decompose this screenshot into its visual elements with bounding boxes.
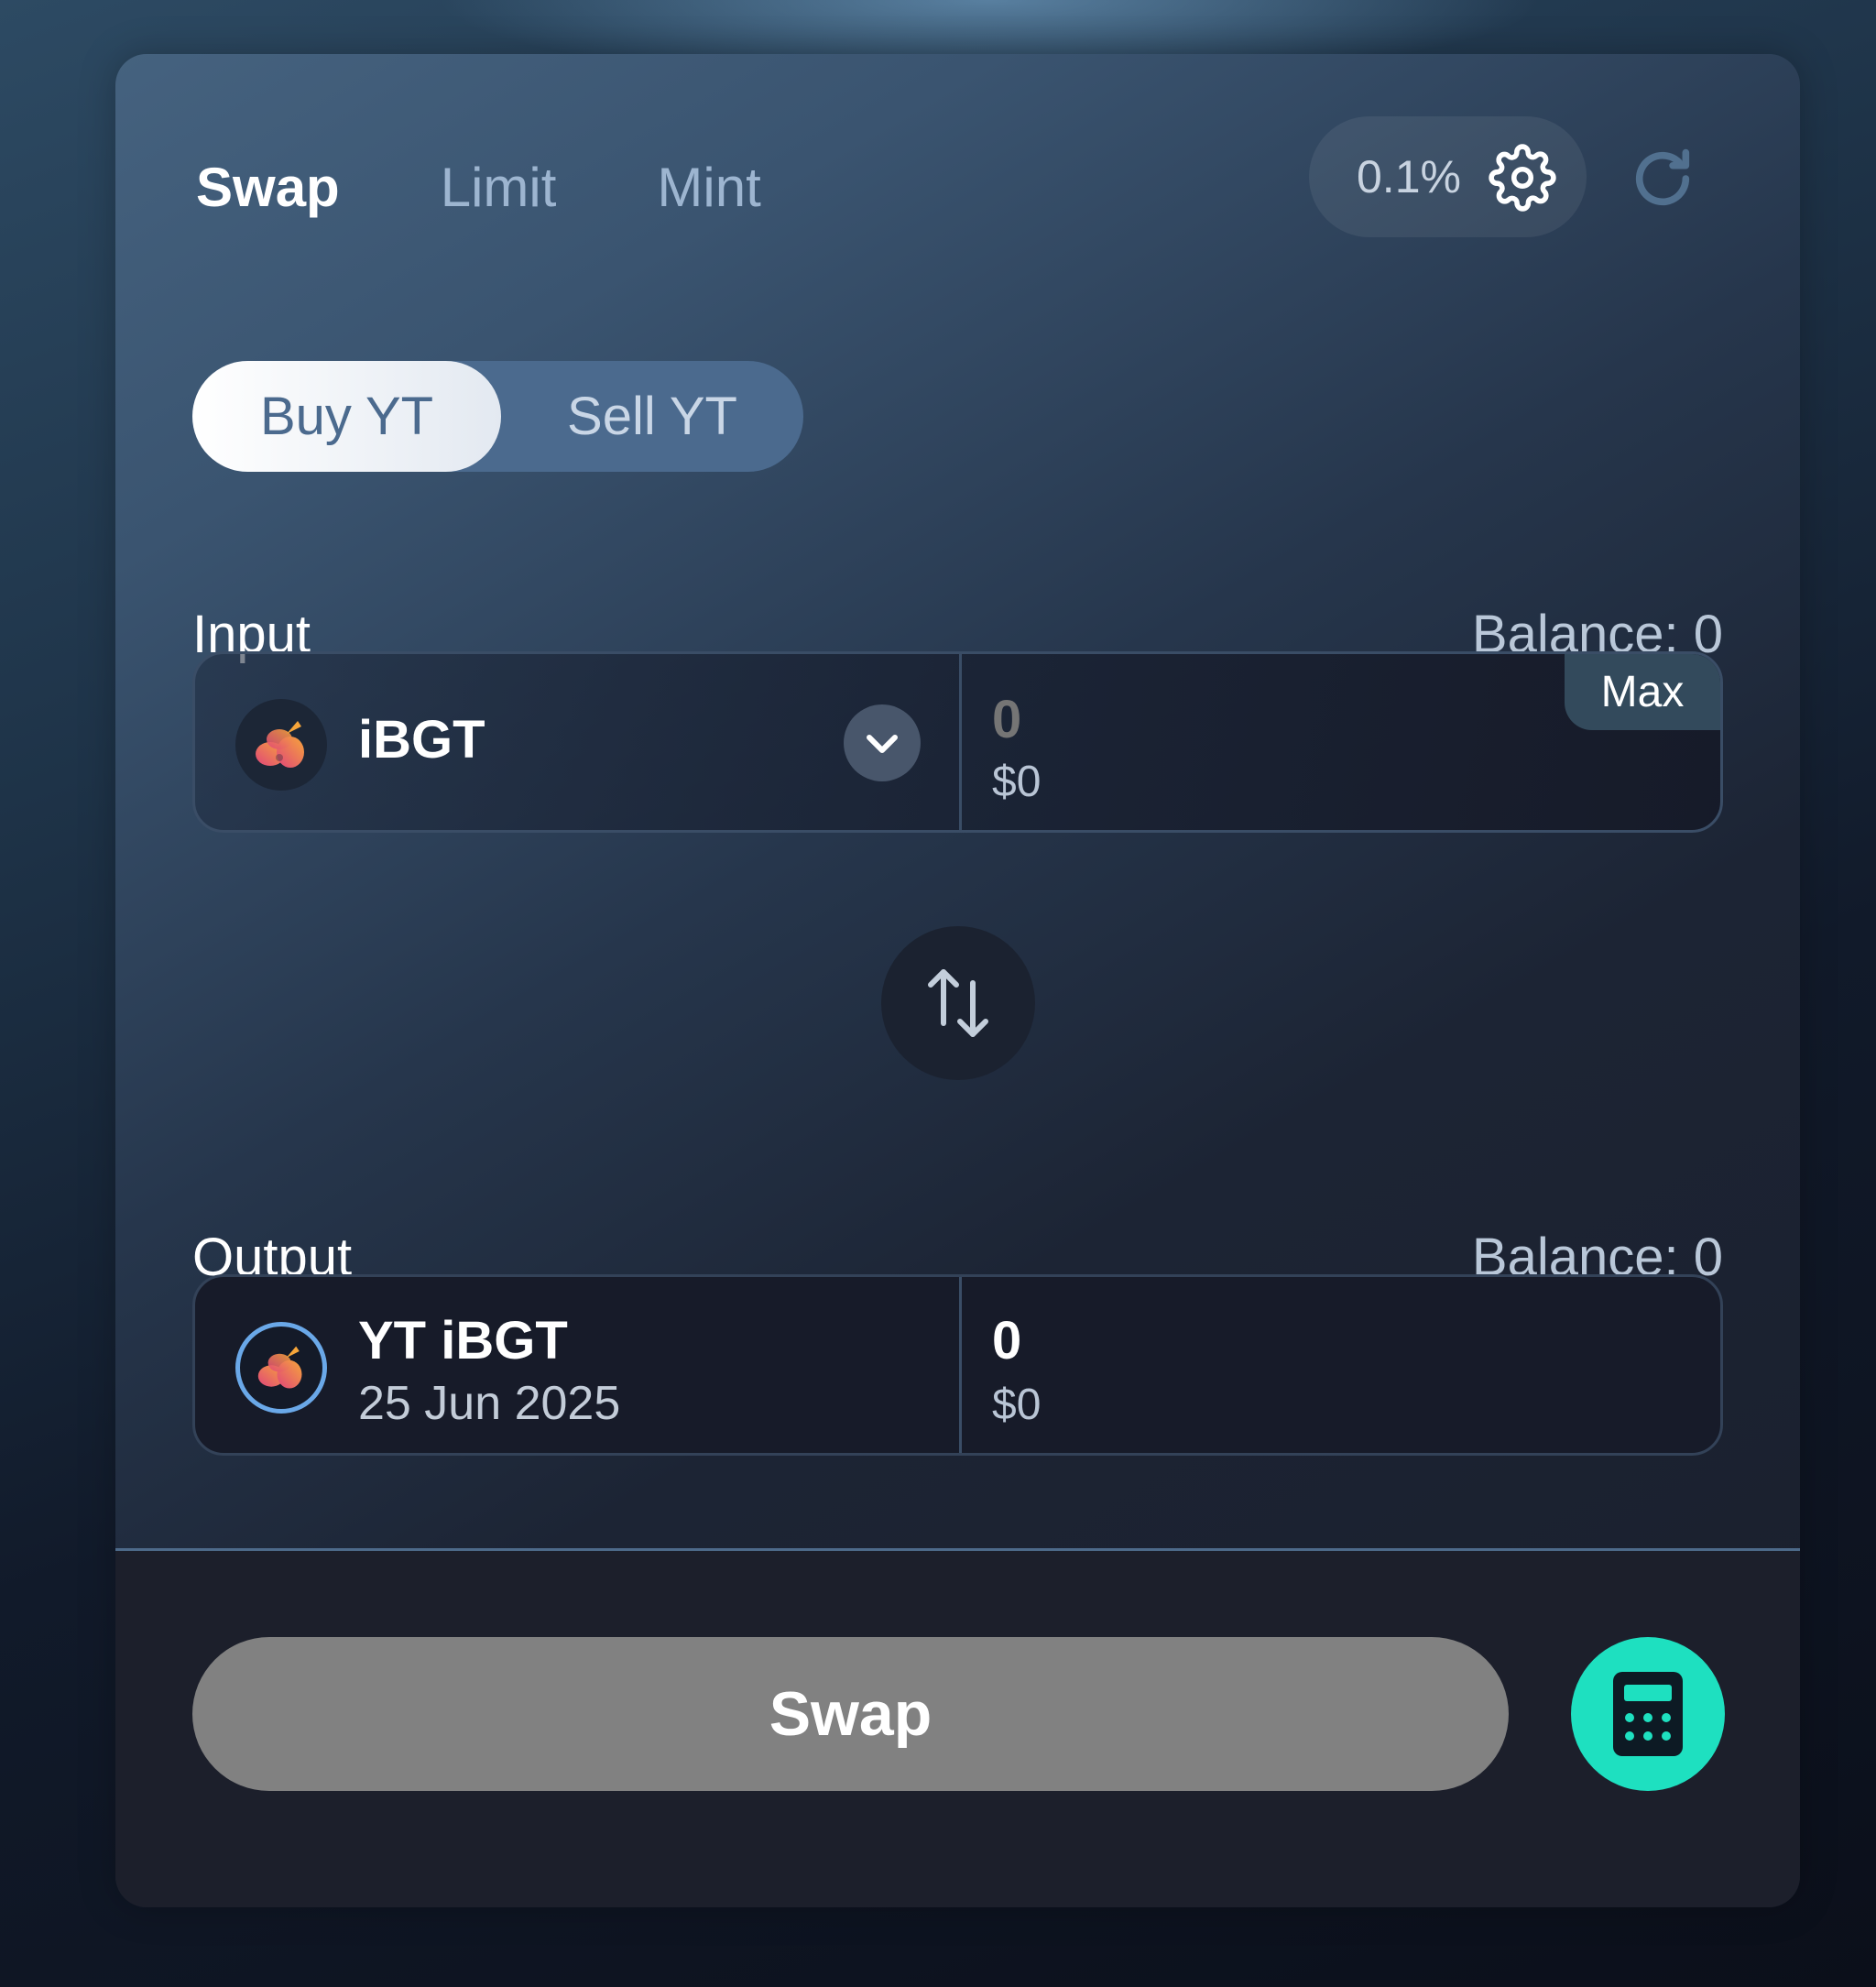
ibgt-token-icon — [235, 699, 327, 791]
tab-mint[interactable]: Mint — [657, 156, 760, 219]
input-amount-field[interactable] — [992, 687, 1450, 751]
output-token-name: YT iBGT — [358, 1311, 568, 1370]
trade-tabs: Swap Limit Mint — [196, 146, 862, 228]
buy-yt-button[interactable]: Buy YT — [192, 361, 501, 472]
calculator-button[interactable] — [1571, 1637, 1725, 1791]
calculator-icon — [1613, 1672, 1683, 1756]
input-usd-value: $0 — [992, 758, 1042, 806]
action-bar: Swap — [115, 1548, 1800, 1907]
refresh-icon[interactable] — [1628, 144, 1697, 213]
output-maturity-date: 25 Jun 2025 — [358, 1377, 621, 1430]
field-divider — [959, 654, 962, 830]
field-divider — [959, 1277, 962, 1453]
swap-card: Swap Limit Mint 0.1% Buy YT Sell YT Inpu… — [115, 54, 1800, 1907]
input-token-name: iBGT — [358, 710, 485, 770]
input-field: iBGT $0 Max — [192, 651, 1723, 833]
switch-direction-button[interactable] — [881, 926, 1035, 1080]
max-button[interactable]: Max — [1565, 654, 1720, 730]
slippage-settings-button[interactable]: 0.1% — [1309, 116, 1587, 237]
output-amount: 0 — [992, 1311, 1022, 1370]
sell-yt-button[interactable]: Sell YT — [501, 361, 803, 472]
gear-icon — [1489, 144, 1556, 212]
output-field: YT iBGT 25 Jun 2025 0 $0 — [192, 1274, 1723, 1456]
ibgt-logo-icon — [256, 721, 304, 768]
buy-sell-toggle: Buy YT Sell YT — [192, 361, 803, 472]
tab-limit[interactable]: Limit — [441, 156, 557, 219]
yt-ibgt-logo-icon — [257, 1346, 302, 1389]
token-select-button[interactable] — [844, 704, 921, 781]
output-usd-value: $0 — [992, 1381, 1042, 1429]
swap-button[interactable]: Swap — [192, 1637, 1509, 1791]
chevron-down-icon — [867, 735, 898, 753]
slippage-value: 0.1% — [1357, 151, 1461, 202]
yt-ibgt-token-icon — [235, 1322, 327, 1414]
swap-arrows-icon — [928, 969, 988, 1037]
tab-swap[interactable]: Swap — [196, 156, 340, 219]
